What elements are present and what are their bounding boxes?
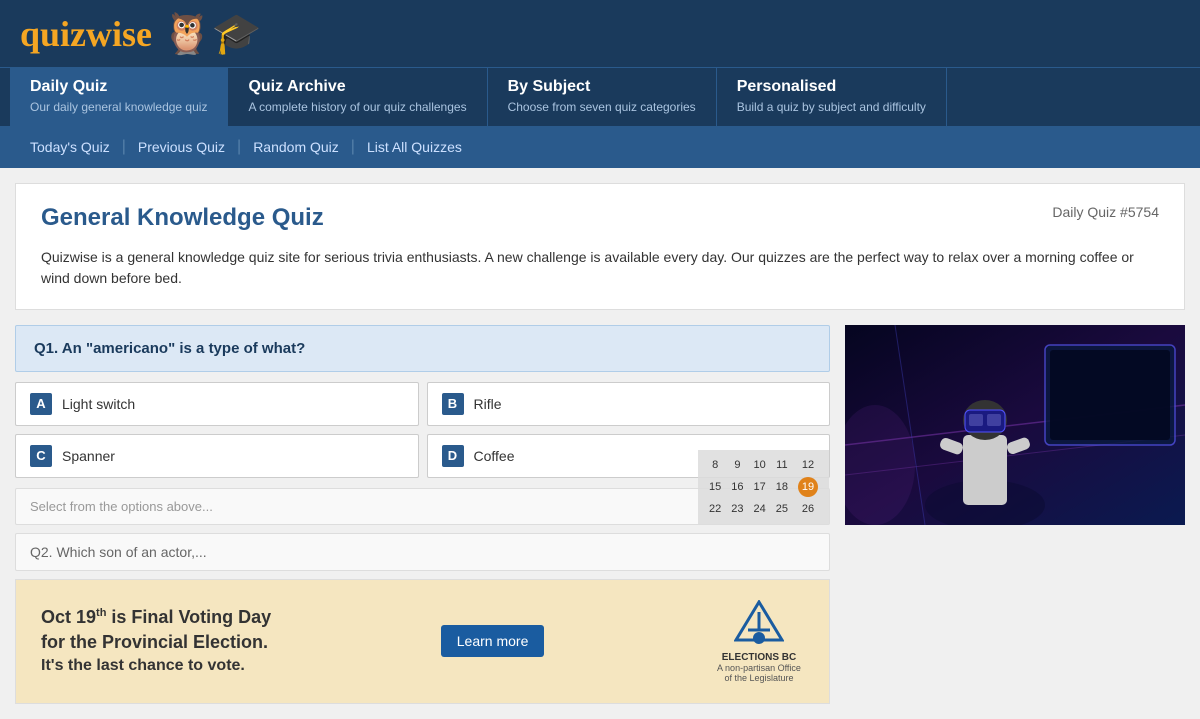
quiz-header-row: General Knowledge Quiz Daily Quiz #5754 — [41, 204, 1159, 232]
ad-learn-button[interactable]: Learn more — [441, 625, 545, 657]
quiz-info-box: General Knowledge Quiz Daily Quiz #5754 … — [15, 183, 1185, 310]
ad-line2: for the Provincial Election. — [41, 630, 271, 655]
ad-text-block: Oct 19th is Final Voting Day for the Pro… — [41, 605, 271, 678]
quiz-image — [845, 325, 1185, 525]
answer-d-letter: D — [442, 445, 464, 467]
answer-c-button[interactable]: C Spanner — [15, 434, 419, 478]
answer-a-button[interactable]: A Light switch — [15, 382, 419, 426]
calendar-highlight-19: 19 — [798, 477, 818, 497]
tab-quiz-archive-desc: A complete history of our quiz challenge… — [248, 100, 466, 116]
calendar-widget: 89101112 15161718 19 2223242526 — [698, 450, 829, 524]
answer-d-text: Coffee — [474, 448, 515, 464]
answer-a-letter: A — [30, 393, 52, 415]
tab-by-subject-title: By Subject — [508, 78, 696, 96]
select-hint-text: Select from the options above... — [30, 499, 213, 514]
quiz-title: General Knowledge Quiz — [41, 204, 324, 232]
question-left: Q1. An "americano" is a type of what? A … — [15, 325, 830, 704]
q2-preview: Q2. Which son of an actor,... — [15, 533, 830, 571]
right-image-panel — [845, 325, 1185, 704]
ad-line3: It's the last chance to vote. — [41, 655, 271, 677]
question-section: Q1. An "americano" is a type of what? A … — [15, 325, 1185, 704]
sub-nav-todays-quiz[interactable]: Today's Quiz — [20, 139, 120, 155]
tab-daily-quiz-title: Daily Quiz — [30, 78, 207, 96]
tab-daily-quiz[interactable]: Daily Quiz Our daily general knowledge q… — [10, 68, 228, 126]
logo-text[interactable]: quizwise — [20, 13, 152, 55]
sub-nav-list-all[interactable]: List All Quizzes — [357, 139, 472, 155]
answer-c-letter: C — [30, 445, 52, 467]
nav-tabs: Daily Quiz Our daily general knowledge q… — [0, 67, 1200, 126]
elections-bc-logo-icon — [734, 600, 784, 650]
ad-sup: th — [96, 607, 106, 619]
q2-preview-text: Q2. Which son of an actor,... — [30, 544, 207, 560]
answer-b-letter: B — [442, 393, 464, 415]
site-header: quizwise 🦉🎓 — [0, 0, 1200, 67]
calendar-table: 89101112 15161718 19 2223242526 — [704, 456, 823, 518]
sub-nav: Today's Quiz | Previous Quiz | Random Qu… — [0, 126, 1200, 168]
elections-bc-name: ELECTIONS BC — [722, 652, 796, 663]
ad-logo: ELECTIONS BC A non-partisan Office of th… — [714, 600, 804, 683]
answer-b-text: Rifle — [474, 396, 502, 412]
tab-by-subject[interactable]: By Subject Choose from seven quiz catego… — [488, 68, 717, 126]
tab-by-subject-desc: Choose from seven quiz categories — [508, 100, 696, 116]
ad-line1: Oct 19th is Final Voting Day — [41, 605, 271, 630]
tab-quiz-archive-title: Quiz Archive — [248, 78, 466, 96]
answer-c-text: Spanner — [62, 448, 115, 464]
tab-personalised-desc: Build a quiz by subject and difficulty — [737, 100, 926, 116]
quiz-description: Quizwise is a general knowledge quiz sit… — [41, 247, 1159, 289]
bottom-hint-row: Select from the options above... 8910111… — [15, 488, 830, 525]
answer-a-text: Light switch — [62, 396, 135, 412]
sub-nav-previous-quiz[interactable]: Previous Quiz — [128, 139, 235, 155]
sub-nav-random-quiz[interactable]: Random Quiz — [243, 139, 349, 155]
answer-b-button[interactable]: B Rifle — [427, 382, 831, 426]
ad-banner: Oct 19th is Final Voting Day for the Pro… — [15, 579, 830, 704]
main-content: General Knowledge Quiz Daily Quiz #5754 … — [0, 168, 1200, 719]
elections-bc-tagline: A non-partisan Office of the Legislature — [714, 663, 804, 683]
select-hint: Select from the options above... 8910111… — [15, 488, 830, 525]
quiz-number: Daily Quiz #5754 — [1052, 204, 1159, 220]
tab-personalised-title: Personalised — [737, 78, 926, 96]
tab-daily-quiz-desc: Our daily general knowledge quiz — [30, 100, 207, 116]
tab-quiz-archive[interactable]: Quiz Archive A complete history of our q… — [228, 68, 487, 126]
owl-icon: 🦉🎓 — [162, 10, 262, 57]
tab-personalised[interactable]: Personalised Build a quiz by subject and… — [717, 68, 947, 126]
question-1-text: Q1. An "americano" is a type of what? — [15, 325, 830, 372]
vr-scene-icon — [845, 325, 1185, 525]
